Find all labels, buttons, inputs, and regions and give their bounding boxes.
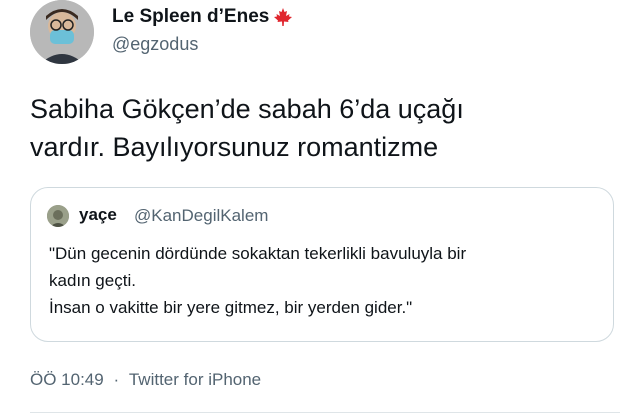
tweet-time[interactable]: ÖÖ 10:49 xyxy=(30,370,104,390)
avatar-image xyxy=(30,0,94,64)
tweet-source[interactable]: Twitter for iPhone xyxy=(129,370,261,390)
quoted-text-line: kadın geçti. xyxy=(49,271,136,290)
quoted-author-avatar xyxy=(47,205,69,227)
quoted-tweet-text: "Dün gecenin dördünde sokaktan tekerlikl… xyxy=(49,240,609,321)
quoted-author-handle: @KanDegilKalem xyxy=(134,206,269,225)
quoted-text-line: "Dün gecenin dördünde sokaktan tekerlikl… xyxy=(49,244,467,263)
quoted-tweet-card[interactable]: yaçe @KanDegilKalem "Dün gecenin dördünd… xyxy=(30,187,614,342)
quoted-text-line: İnsan o vakitte bir yere gitmez, bir yer… xyxy=(49,298,413,317)
divider xyxy=(30,412,620,413)
author-name-text: Le Spleen d’Enes xyxy=(112,6,270,27)
tweet-meta: ÖÖ 10:49 · Twitter for iPhone xyxy=(30,370,261,390)
author-handle[interactable]: @egzodus xyxy=(112,34,198,55)
tweet-text-line: Sabiha Gökçen’de sabah 6’da uçağı xyxy=(30,94,464,124)
author-avatar[interactable] xyxy=(30,0,94,64)
quoted-author-name: yaçe xyxy=(79,205,117,224)
author-display-name[interactable]: Le Spleen d’Enes xyxy=(112,6,293,28)
quoted-avatar-image xyxy=(47,205,69,227)
maple-leaf-icon xyxy=(273,7,293,27)
tweet-text-line: vardır. Bayılıyorsunuz romantizme xyxy=(30,132,439,162)
tweet-text: Sabiha Gökçen’de sabah 6’da uçağı vardır… xyxy=(30,90,610,166)
meta-separator: · xyxy=(113,370,120,389)
